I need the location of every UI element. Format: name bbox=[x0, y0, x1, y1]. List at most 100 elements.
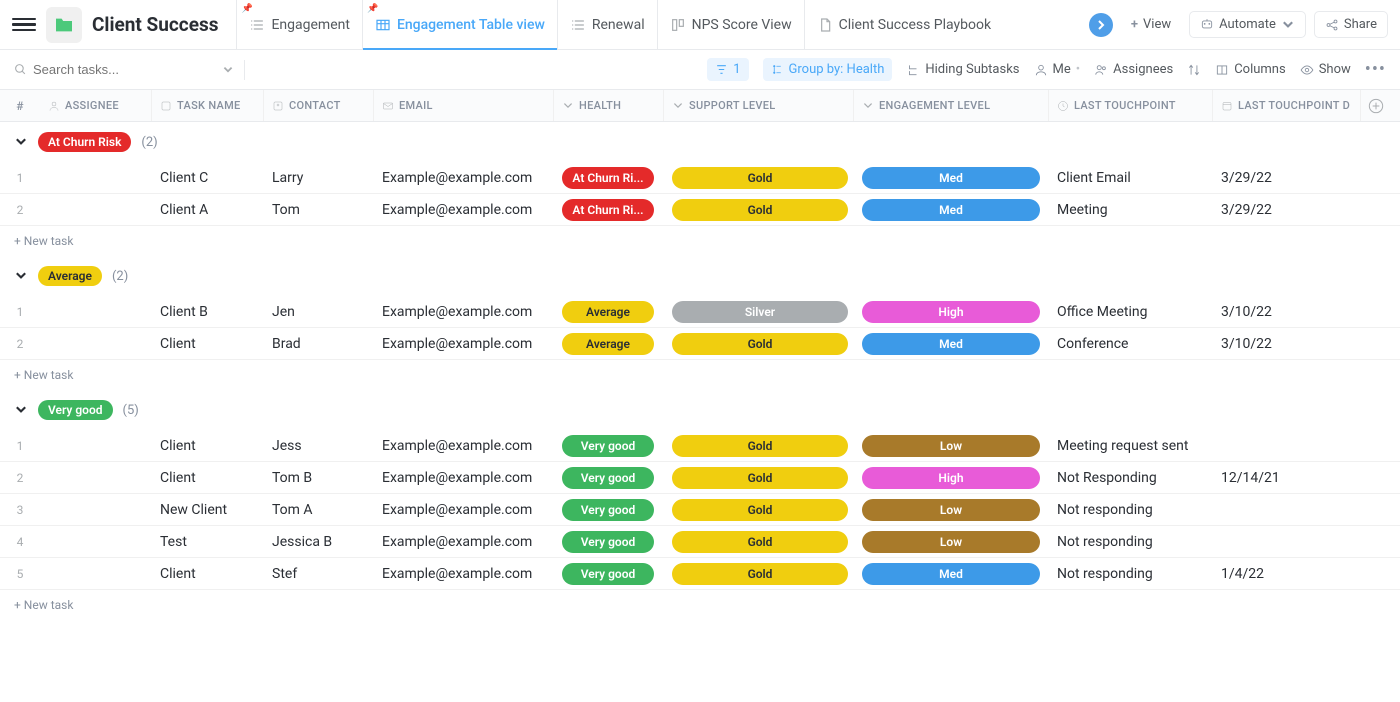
table-row[interactable]: 1ClientJessExample@example.comVery goodG… bbox=[0, 430, 1400, 462]
table-row[interactable]: 2Client ATomExample@example.comAt Churn … bbox=[0, 194, 1400, 226]
cell-email[interactable]: Example@example.com bbox=[374, 502, 554, 518]
cell-engagement[interactable]: Med bbox=[854, 199, 1049, 221]
cell-contact[interactable]: Jen bbox=[264, 304, 374, 320]
chevron-down-icon[interactable] bbox=[14, 403, 28, 417]
cell-support[interactable]: Gold bbox=[664, 467, 854, 489]
cell-health[interactable]: At Churn Ri... bbox=[554, 167, 664, 189]
sort-button[interactable] bbox=[1187, 63, 1201, 77]
cell-engagement[interactable]: High bbox=[854, 467, 1049, 489]
cell-email[interactable]: Example@example.com bbox=[374, 170, 554, 186]
cell-touchpoint[interactable]: Conference bbox=[1049, 336, 1213, 352]
table-row[interactable]: 2ClientBradExample@example.comAverageGol… bbox=[0, 328, 1400, 360]
col-task-name[interactable]: TASK NAME bbox=[152, 90, 264, 121]
col-engagement[interactable]: ENGAGEMENT LEVEL bbox=[854, 90, 1049, 121]
tab-nps-score-view[interactable]: NPS Score View bbox=[657, 0, 804, 49]
col-last-date[interactable]: LAST TOUCHPOINT D bbox=[1213, 90, 1361, 121]
cell-task-name[interactable]: Client bbox=[152, 336, 264, 352]
cell-task-name[interactable]: Test bbox=[152, 534, 264, 550]
tab-engagement[interactable]: 📌Engagement bbox=[236, 0, 361, 49]
cell-support[interactable]: Gold bbox=[664, 563, 854, 585]
cell-contact[interactable]: Tom A bbox=[264, 502, 374, 518]
cell-health[interactable]: Average bbox=[554, 333, 664, 355]
tab-client-success-playbook[interactable]: Client Success Playbook bbox=[804, 0, 1003, 49]
me-button[interactable]: Me • bbox=[1034, 62, 1081, 77]
scroll-right-icon[interactable] bbox=[1089, 13, 1113, 37]
col-health[interactable]: HEALTH bbox=[554, 90, 664, 121]
add-view-button[interactable]: +View bbox=[1121, 12, 1181, 37]
cell-health[interactable]: Very good bbox=[554, 563, 664, 585]
cell-contact[interactable]: Tom B bbox=[264, 470, 374, 486]
menu-icon[interactable] bbox=[12, 13, 36, 37]
cell-email[interactable]: Example@example.com bbox=[374, 438, 554, 454]
table-row[interactable]: 2ClientTom BExample@example.comVery good… bbox=[0, 462, 1400, 494]
table-row[interactable]: 1Client BJenExample@example.comAverageSi… bbox=[0, 296, 1400, 328]
cell-contact[interactable]: Stef bbox=[264, 566, 374, 582]
cell-touchpoint[interactable]: Office Meeting bbox=[1049, 304, 1213, 320]
cell-email[interactable]: Example@example.com bbox=[374, 534, 554, 550]
col-assignee[interactable]: ASSIGNEE bbox=[40, 90, 152, 121]
cell-email[interactable]: Example@example.com bbox=[374, 470, 554, 486]
cell-task-name[interactable]: New Client bbox=[152, 502, 264, 518]
chevron-down-icon[interactable] bbox=[14, 135, 28, 149]
cell-contact[interactable]: Larry bbox=[264, 170, 374, 186]
cell-email[interactable]: Example@example.com bbox=[374, 304, 554, 320]
col-last-touchpoint[interactable]: LAST TOUCHPOINT bbox=[1049, 90, 1213, 121]
cell-date[interactable]: 3/10/22 bbox=[1213, 336, 1361, 352]
cell-support[interactable]: Gold bbox=[664, 499, 854, 521]
cell-touchpoint[interactable]: Meeting bbox=[1049, 202, 1213, 218]
col-support[interactable]: SUPPORT LEVEL bbox=[664, 90, 854, 121]
new-task-button[interactable]: + New task bbox=[0, 226, 1400, 256]
more-icon[interactable]: ••• bbox=[1365, 59, 1386, 80]
hiding-subtasks-button[interactable]: Hiding Subtasks bbox=[906, 62, 1019, 77]
cell-health[interactable]: Very good bbox=[554, 435, 664, 457]
search-input[interactable] bbox=[14, 62, 234, 77]
cell-touchpoint[interactable]: Not responding bbox=[1049, 566, 1213, 582]
search-field[interactable] bbox=[33, 62, 183, 77]
table-row[interactable]: 3New ClientTom AExample@example.comVery … bbox=[0, 494, 1400, 526]
cell-engagement[interactable]: Med bbox=[854, 167, 1049, 189]
col-email[interactable]: EMAIL bbox=[374, 90, 554, 121]
chevron-down-icon[interactable] bbox=[222, 64, 234, 76]
tab-renewal[interactable]: Renewal bbox=[557, 0, 657, 49]
group-header[interactable]: At Churn Risk(2) bbox=[0, 122, 1400, 162]
group-by-button[interactable]: Group by: Health bbox=[763, 58, 893, 81]
cell-date[interactable]: 3/29/22 bbox=[1213, 202, 1361, 218]
cell-engagement[interactable]: Low bbox=[854, 531, 1049, 553]
group-header[interactable]: Very good(5) bbox=[0, 390, 1400, 430]
table-row[interactable]: 1Client CLarryExample@example.comAt Chur… bbox=[0, 162, 1400, 194]
cell-contact[interactable]: Tom bbox=[264, 202, 374, 218]
add-column-button[interactable] bbox=[1361, 98, 1391, 114]
cell-email[interactable]: Example@example.com bbox=[374, 202, 554, 218]
col-contact[interactable]: CONTACT bbox=[264, 90, 374, 121]
cell-email[interactable]: Example@example.com bbox=[374, 336, 554, 352]
cell-task-name[interactable]: Client bbox=[152, 470, 264, 486]
cell-task-name[interactable]: Client C bbox=[152, 170, 264, 186]
cell-support[interactable]: Gold bbox=[664, 333, 854, 355]
cell-engagement[interactable]: Low bbox=[854, 435, 1049, 457]
table-row[interactable]: 5ClientStefExample@example.comVery goodG… bbox=[0, 558, 1400, 590]
cell-touchpoint[interactable]: Not Responding bbox=[1049, 470, 1213, 486]
cell-date[interactable]: 1/4/22 bbox=[1213, 566, 1361, 582]
cell-task-name[interactable]: Client B bbox=[152, 304, 264, 320]
cell-task-name[interactable]: Client bbox=[152, 438, 264, 454]
cell-touchpoint[interactable]: Meeting request sent bbox=[1049, 438, 1213, 454]
cell-health[interactable]: Average bbox=[554, 301, 664, 323]
cell-date[interactable]: 12/14/21 bbox=[1213, 470, 1361, 486]
cell-engagement[interactable]: Med bbox=[854, 563, 1049, 585]
cell-date[interactable]: 3/29/22 bbox=[1213, 170, 1361, 186]
cell-engagement[interactable]: High bbox=[854, 301, 1049, 323]
cell-health[interactable]: Very good bbox=[554, 531, 664, 553]
cell-health[interactable]: Very good bbox=[554, 467, 664, 489]
cell-touchpoint[interactable]: Client Email bbox=[1049, 170, 1213, 186]
cell-email[interactable]: Example@example.com bbox=[374, 566, 554, 582]
cell-contact[interactable]: Jessica B bbox=[264, 534, 374, 550]
cell-touchpoint[interactable]: Not responding bbox=[1049, 534, 1213, 550]
cell-engagement[interactable]: Low bbox=[854, 499, 1049, 521]
folder-icon[interactable] bbox=[46, 7, 82, 43]
show-button[interactable]: Show bbox=[1300, 62, 1351, 77]
cell-task-name[interactable]: Client A bbox=[152, 202, 264, 218]
cell-task-name[interactable]: Client bbox=[152, 566, 264, 582]
new-task-button[interactable]: + New task bbox=[0, 590, 1400, 620]
cell-support[interactable]: Gold bbox=[664, 199, 854, 221]
cell-support[interactable]: Gold bbox=[664, 435, 854, 457]
